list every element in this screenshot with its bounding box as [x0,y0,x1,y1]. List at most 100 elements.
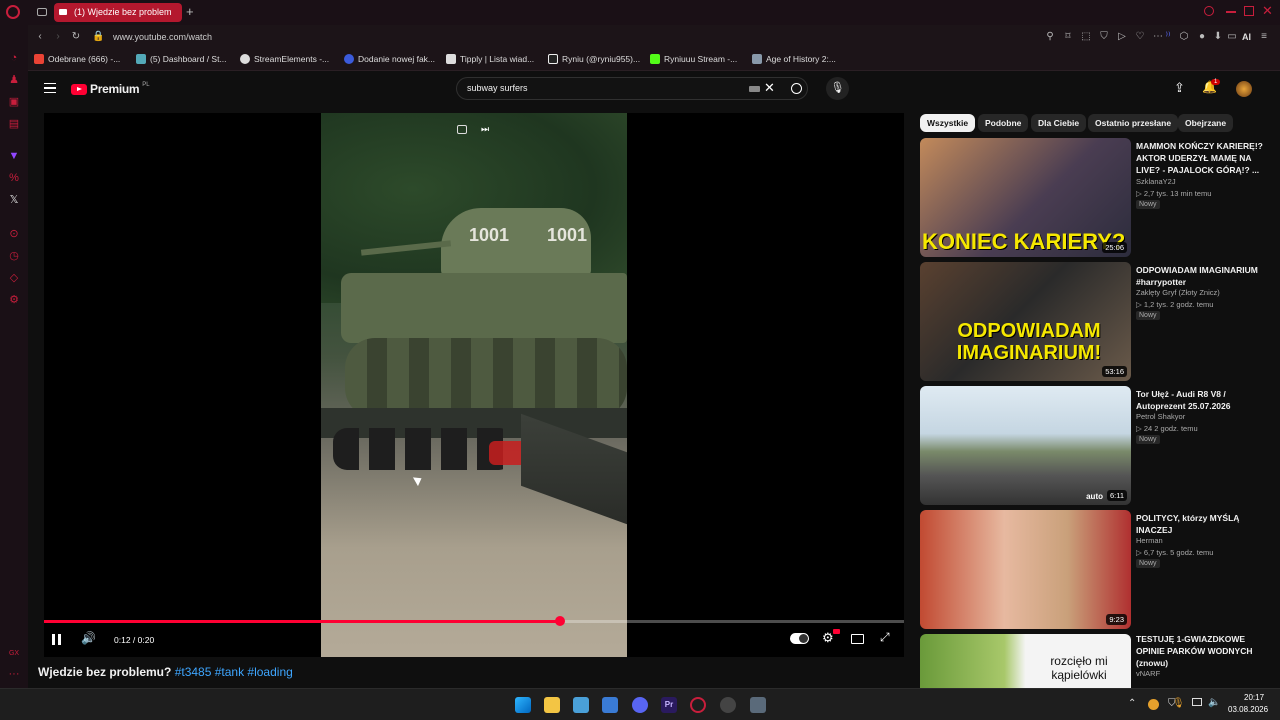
opera-gx-icon[interactable] [690,697,706,713]
profile-icon[interactable]: ● [1196,31,1208,43]
new-tab-button[interactable]: + [186,4,194,19]
forward-icon[interactable]: › [52,31,64,43]
miniplayer-icon[interactable] [457,125,467,134]
settings-gear-icon[interactable]: ⚙ [822,630,834,646]
bookmark-item[interactable]: Age of History 2:... [752,54,836,64]
rec-channel[interactable]: Herman [1136,536,1163,545]
snapshot-icon[interactable]: ⬚ [1080,31,1092,43]
video-thumbnail[interactable]: auto 6:11 [920,386,1131,505]
x-twitter-icon[interactable]: 𝕏 [7,193,21,207]
close-window-button[interactable]: ✕ [1262,3,1273,19]
rec-title[interactable]: Tor Ułęż - Audi R8 V8 / Autoprezent 25.0… [1136,388,1276,412]
youtube-logo[interactable]: Premium PL [71,82,150,96]
fullscreen-icon[interactable]: ⤢ [880,630,890,645]
video-thumbnail[interactable]: KONIEC KARIERY? 25:06 [920,138,1131,257]
bookmark-item[interactable]: Dodanie nowej fak... [344,54,435,64]
bookmark-item[interactable]: Odebrane (666) -... [34,54,120,64]
volume-icon[interactable]: 🔊 [81,631,96,645]
video-hashtags[interactable]: #t3485 #tank #loading [175,665,293,679]
search-tabs-icon[interactable] [1204,6,1214,16]
player-icon[interactable]: ⊙ [7,227,21,241]
app-icon[interactable] [602,697,618,713]
video-thumbnail[interactable]: ODPOWIADAM IMAGINARIUM! 53:16 [920,262,1131,381]
history-icon[interactable]: ◷ [7,249,21,263]
chip-for-you[interactable]: Dla Ciebie [1031,114,1087,132]
rec-title[interactable]: MAMMON KOŃCZY KARIERĘ!? AKTOR UDERZYŁ MA… [1136,140,1276,176]
opera-logo-icon[interactable] [6,5,20,19]
video-thumbnail[interactable]: 9:23 [920,510,1131,629]
active-tab[interactable]: (1) Wjedzie bez problem [54,3,182,22]
reload-icon[interactable]: ↻ [70,31,82,43]
play-icon[interactable]: ▷ [1116,31,1128,43]
search-input[interactable]: subway surfers [467,83,528,93]
chat-icon[interactable]: ▤ [7,117,21,131]
more-icon[interactable]: ··· [7,667,21,681]
extension-icon[interactable]: ⁾⁾ [1162,31,1174,43]
network-icon[interactable] [1192,698,1202,706]
microphone-icon[interactable]: 🎙 [1172,698,1185,709]
rec-channel[interactable]: Petrol Shakyor [1136,412,1185,421]
premiere-icon[interactable]: Pr [661,697,677,713]
hamburger-menu-icon[interactable] [44,83,56,93]
search-icon[interactable] [791,83,802,94]
bookmark-item[interactable]: StreamElements -... [240,54,329,64]
autoplay-toggle[interactable] [790,633,809,644]
messenger-icon[interactable]: ▣ [7,95,21,109]
speed-dial-icon[interactable]: ◔ [7,51,21,65]
upload-icon[interactable]: ⇪ [1174,80,1185,96]
minimize-button[interactable] [1226,11,1236,13]
keyboard-icon[interactable] [749,86,760,92]
bookmark-item[interactable]: (5) Dashboard / St... [136,54,227,64]
downloads-icon[interactable]: ⬇ [1212,31,1224,43]
heart-icon[interactable]: ♡ [1134,31,1146,43]
voice-search-icon[interactable]: 🎙 [826,77,849,100]
bookmark-item[interactable]: Tipply | Lista wiad... [446,54,534,64]
tray-chevron-icon[interactable]: ⌃ [1128,698,1136,709]
file-explorer-icon[interactable] [544,697,560,713]
rec-title[interactable]: TESTUJĘ 1-GWIAZDKOWE OPINIE PARKÓW WODNY… [1136,633,1276,669]
maximize-button[interactable] [1244,6,1254,16]
wallet-icon[interactable]: ▭ [1226,31,1238,43]
url-field[interactable]: www.youtube.com/watch [113,32,212,42]
rec-title[interactable]: POLITYCY, którzy MYŚLĄ INACZEJ [1136,512,1276,536]
speaker-icon[interactable]: 🔈 [1208,697,1220,708]
adblock-icon[interactable]: ⛉ [1098,31,1110,43]
chip-related[interactable]: Podobne [978,114,1029,132]
clock-time[interactable]: 20:17 [1244,693,1264,702]
bookmark-icon[interactable]: ⌑ [1062,31,1074,43]
tray-app-icon[interactable] [1148,699,1159,710]
rec-channel[interactable]: SzklanaY2J [1136,177,1176,186]
chip-recent[interactable]: Ostatnio przesłane [1088,114,1179,132]
rec-channel[interactable]: Zaklęty Gryf (Złoty Znicz) [1136,288,1220,297]
theater-mode-icon[interactable] [851,634,864,644]
pin-icon[interactable]: ◇ [7,271,21,285]
snipping-icon[interactable] [573,697,589,713]
twitch-icon[interactable]: ▼ [7,149,21,163]
zoom-icon[interactable]: ⚲ [1044,31,1056,43]
chip-watched[interactable]: Obejrzane [1178,114,1234,132]
ai-button[interactable]: AI [1242,32,1251,42]
chip-all[interactable]: Wszystkie [920,114,976,132]
avatar[interactable] [1236,81,1252,97]
aria-icon[interactable]: ♟ [7,73,21,87]
start-icon[interactable] [515,697,531,713]
tool-icon[interactable]: % [7,171,21,185]
bookmark-item[interactable]: Ryniuuu Stream -... [650,54,737,64]
clear-search-icon[interactable]: ✕ [764,80,775,96]
settings-icon[interactable]: ⚙ [7,293,21,307]
pause-icon[interactable] [52,634,61,645]
calculator-icon[interactable] [750,697,766,713]
rec-channel[interactable]: vNARF [1136,669,1160,678]
menu-icon[interactable]: ≡ [1258,31,1270,43]
rec-title[interactable]: ODPOWIADAM IMAGINARIUM #harrypotter [1136,264,1276,288]
gx-icon[interactable]: GX [7,647,21,661]
video-player[interactable]: 1001 1001 ⏭ 🔊 0:12 / 0:20 ⚙ ⤢ [44,113,904,657]
tab-overview-icon[interactable] [37,8,47,16]
puzzle-icon[interactable]: ⬡ [1178,31,1190,43]
progress-scrubber[interactable] [555,616,565,626]
discord-icon[interactable] [632,697,648,713]
next-icon[interactable]: ⏭ [481,124,489,135]
bookmark-item[interactable]: Ryniu (@ryniu955)... [548,54,640,64]
back-icon[interactable]: ‹ [34,31,46,43]
steam-icon[interactable] [720,697,736,713]
